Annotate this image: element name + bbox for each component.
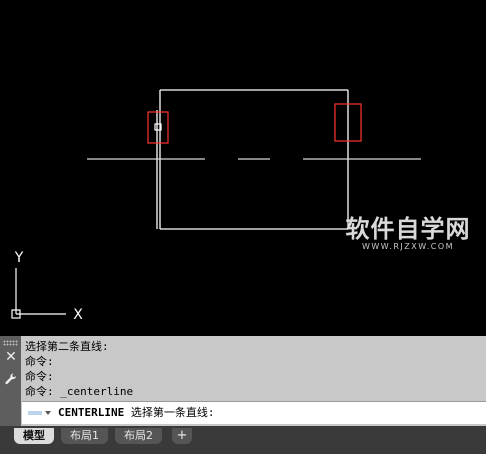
watermark-title: 软件自学网 xyxy=(345,215,471,243)
command-prompt: CENTERLINE 选择第一条直线: xyxy=(58,405,214,420)
command-history: 选择第二条直线: 命令: 命令: 命令: _centerline xyxy=(25,339,480,399)
command-input[interactable]: CENTERLINE 选择第一条直线: xyxy=(22,401,486,424)
history-line: 命令: xyxy=(25,370,54,383)
selection-box-left xyxy=(147,111,169,144)
tab-model[interactable]: 模型 xyxy=(14,428,54,444)
command-prompt-icon[interactable] xyxy=(28,409,52,417)
close-icon[interactable]: ✕ xyxy=(4,350,18,364)
ucs-icon: Y X xyxy=(11,250,83,323)
wrench-icon[interactable] xyxy=(3,372,19,388)
history-line: 命令: xyxy=(25,355,54,368)
tab-layout2[interactable]: 布局2 xyxy=(115,428,162,444)
tab-layout1[interactable]: 布局1 xyxy=(61,428,108,444)
prompt-command-name: CENTERLINE xyxy=(58,406,125,419)
command-line-grip[interactable]: ✕ xyxy=(0,336,21,426)
history-line: 命令: _centerline xyxy=(25,385,134,398)
watermark: 软件自学网 WWW.RJZXW.COM xyxy=(338,214,478,251)
command-line-panel: ✕ 选择第二条直线: 命令: 命令: 命令: _centerline CENTE… xyxy=(0,336,486,426)
ucs-x-label: X xyxy=(73,307,83,323)
drag-handle-icon[interactable] xyxy=(3,340,18,346)
history-line: 选择第二条直线: xyxy=(25,340,109,353)
add-layout-button[interactable]: + xyxy=(172,428,192,444)
prompt-message: 选择第一条直线: xyxy=(124,406,215,419)
layout-tab-bar: 模型 布局1 布局2 + xyxy=(0,426,486,454)
ucs-y-label: Y xyxy=(14,250,24,266)
drawing-viewport[interactable]: Y X 软件自学网 WWW.RJZXW.COM xyxy=(0,0,486,336)
drawing-canvas[interactable]: Y X xyxy=(0,0,486,336)
